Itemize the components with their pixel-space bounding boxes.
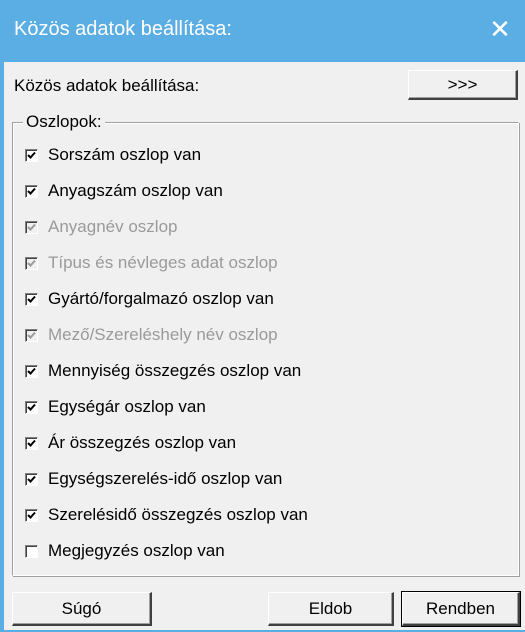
checkbox-label-mezo: Mező/Szereléshely név oszlop: [48, 325, 278, 344]
checkbox-row-ar[interactable]: Ár összegzés oszlop van: [25, 429, 236, 457]
checkbox-row-sorszam[interactable]: Sorszám oszlop van: [25, 141, 201, 169]
checkbox-anyagnev: [25, 220, 38, 234]
common-data-more-button[interactable]: >>>: [408, 70, 518, 100]
checkmark-icon: [27, 475, 36, 483]
checkbox-row-anyagnev: Anyagnév oszlop: [25, 213, 177, 241]
checkmark-icon: [27, 259, 36, 267]
checkbox-mezo: [25, 328, 38, 342]
window-title: Közös adatok beállítása:: [14, 18, 232, 40]
checkbox-label-tipus: Típus és névleges adat oszlop: [48, 253, 278, 272]
checkbox-ar[interactable]: [25, 436, 38, 450]
checkmark-icon: [27, 295, 36, 303]
title-bar[interactable]: Közös adatok beállítása: ✕: [2, 0, 525, 62]
checkbox-row-szerelesido[interactable]: Szerelésidő összegzés oszlop van: [25, 501, 308, 529]
checkbox-label-ar: Ár összegzés oszlop van: [48, 433, 237, 452]
checkmark-icon: [27, 367, 36, 375]
checkmark-icon: [27, 439, 36, 447]
checkbox-gyarto[interactable]: [25, 292, 38, 306]
checkbox-label-szerelesido: Szerelésidő összegzés oszlop van: [48, 505, 308, 524]
checkbox-egysegszereles[interactable]: [25, 472, 38, 486]
settings-dialog: Közös adatok beállítása: ✕ Közös adatok …: [0, 0, 525, 632]
checkbox-label-anyagszam: Anyagszám oszlop van: [48, 181, 223, 200]
checkbox-mennyiseg[interactable]: [25, 364, 38, 378]
checkmark-icon: [27, 403, 36, 411]
checkbox-row-anyagszam[interactable]: Anyagszám oszlop van: [25, 177, 223, 205]
checkbox-label-egysegar: Egységár oszlop van: [48, 397, 206, 416]
checkbox-row-egysegszereles[interactable]: Egységszerelés-idő oszlop van: [25, 465, 282, 493]
checkbox-egysegar[interactable]: [25, 400, 38, 414]
checkbox-label-egysegszereles: Egységszerelés-idő oszlop van: [48, 469, 283, 488]
checkbox-row-mezo: Mező/Szereléshely név oszlop: [25, 321, 278, 349]
columns-group-legend: Oszlopok:: [23, 112, 105, 132]
checkmark-icon: [27, 511, 36, 519]
columns-groupbox: Oszlopok: Sorszám oszlop van Anyagszám o…: [12, 112, 519, 576]
common-data-label: Közös adatok beállítása:: [14, 76, 200, 95]
close-icon[interactable]: ✕: [483, 12, 517, 46]
checkmark-icon: [27, 331, 36, 339]
ok-button[interactable]: Rendben: [401, 591, 521, 627]
checkbox-row-gyarto[interactable]: Gyártó/forgalmazó oszlop van: [25, 285, 274, 313]
checkmark-icon: [27, 187, 36, 195]
checkbox-szerelesido[interactable]: [25, 508, 38, 522]
discard-button[interactable]: Eldob: [268, 592, 394, 626]
checkbox-row-tipus: Típus és névleges adat oszlop: [25, 249, 278, 277]
checkbox-label-anyagnev: Anyagnév oszlop: [48, 217, 178, 236]
checkbox-label-megjegyzes: Megjegyzés oszlop van: [48, 541, 225, 560]
checkbox-tipus: [25, 256, 38, 270]
checkbox-row-mennyiseg[interactable]: Mennyiség összegzés oszlop van: [25, 357, 301, 385]
checkmark-icon: [27, 223, 36, 231]
checkbox-label-gyarto: Gyártó/forgalmazó oszlop van: [48, 289, 274, 308]
help-button[interactable]: Súgó: [12, 592, 152, 626]
checkbox-anyagszam[interactable]: [25, 184, 38, 198]
dialog-body: Közös adatok beállítása: >>> Oszlopok: S…: [4, 62, 525, 630]
checkbox-sorszam[interactable]: [25, 148, 38, 162]
checkbox-row-megjegyzes[interactable]: Megjegyzés oszlop van: [25, 537, 225, 565]
checkbox-megjegyzes[interactable]: [25, 544, 38, 558]
checkbox-label-sorszam: Sorszám oszlop van: [48, 145, 202, 164]
checkbox-row-egysegar[interactable]: Egységár oszlop van: [25, 393, 206, 421]
checkmark-icon: [27, 151, 36, 159]
checkbox-label-mennyiseg: Mennyiség összegzés oszlop van: [48, 361, 302, 380]
